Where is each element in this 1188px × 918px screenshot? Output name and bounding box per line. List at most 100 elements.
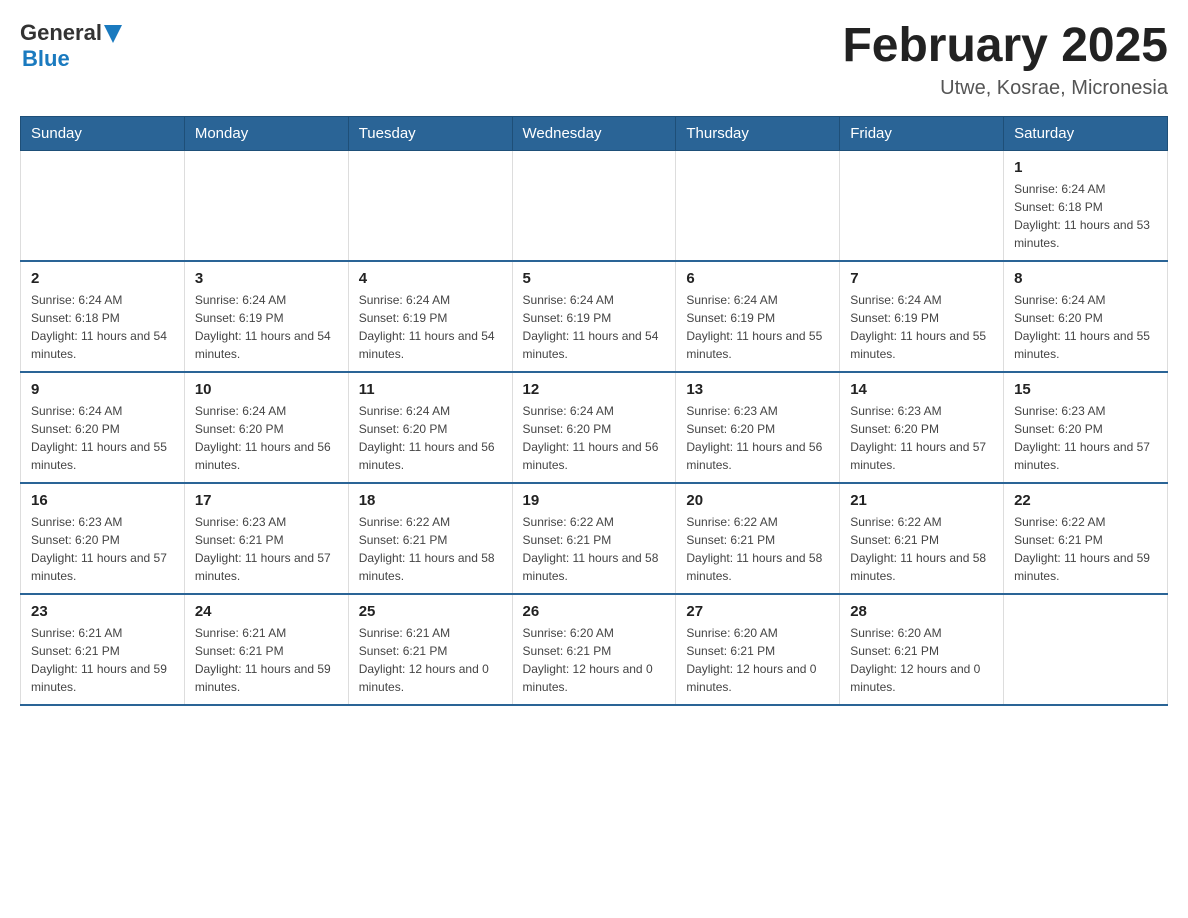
- header-thursday: Thursday: [676, 116, 840, 150]
- day-number: 3: [195, 270, 338, 287]
- page-subtitle: Utwe, Kosrae, Micronesia: [842, 77, 1168, 100]
- calendar-cell-w2-d1: 2 Sunrise: 6:24 AMSunset: 6:18 PMDaylight…: [21, 261, 185, 372]
- day-info: Sunrise: 6:23 AMSunset: 6:20 PMDaylight:…: [686, 402, 829, 474]
- calendar-cell-w1-d5: [676, 150, 840, 261]
- day-number: 25: [359, 603, 502, 620]
- calendar-cell-w2-d2: 3Sunrise: 6:24 AMSunset: 6:19 PMDaylight…: [184, 261, 348, 372]
- calendar-cell-w1-d7: 1 Sunrise: 6:24 AMSunset: 6:18 PMDaylight…: [1004, 150, 1168, 261]
- day-number: 16: [31, 492, 174, 509]
- day-info: Sunrise: 6:22 AMSunset: 6:21 PMDaylight:…: [850, 513, 993, 585]
- calendar-week-3: 9 Sunrise: 6:24 AMSunset: 6:20 PMDaylight…: [21, 372, 1168, 483]
- day-info: Sunrise: 6:23 AMSunset: 6:20 PMDaylight:…: [850, 402, 993, 474]
- day-number: 8: [1014, 270, 1157, 287]
- day-number: 4: [359, 270, 502, 287]
- day-info: Sunrise: 6:22 AMSunset: 6:21 PMDaylight:…: [1014, 513, 1157, 585]
- day-number: 15: [1014, 381, 1157, 398]
- day-number: 13: [686, 381, 829, 398]
- day-info: Sunrise: 6:21 AMSunset: 6:21 PMDaylight:…: [31, 624, 174, 696]
- calendar-cell-w2-d6: 7Sunrise: 6:24 AMSunset: 6:19 PMDaylight…: [840, 261, 1004, 372]
- page-header: General Blue February 2025 Utwe, Kosrae,…: [20, 20, 1168, 100]
- day-info: Sunrise: 6:24 AMSunset: 6:18 PMDaylight:…: [31, 291, 174, 363]
- day-info: Sunrise: 6:22 AMSunset: 6:21 PMDaylight:…: [359, 513, 502, 585]
- header-monday: Monday: [184, 116, 348, 150]
- calendar-cell-w1-d2: [184, 150, 348, 261]
- title-section: February 2025 Utwe, Kosrae, Micronesia: [842, 20, 1168, 100]
- calendar-cell-w4-d6: 21 Sunrise: 6:22 AMSunset: 6:21 PMDayligh…: [840, 483, 1004, 594]
- calendar-cell-w1-d1: [21, 150, 185, 261]
- day-info: Sunrise: 6:24 AMSunset: 6:19 PMDaylight:…: [686, 291, 829, 363]
- calendar-week-5: 23 Sunrise: 6:21 AMSunset: 6:21 PMDayligh…: [21, 594, 1168, 705]
- day-number: 28: [850, 603, 993, 620]
- day-number: 1: [1014, 159, 1157, 176]
- calendar-cell-w4-d4: 19 Sunrise: 6:22 AMSunset: 6:21 PMDayligh…: [512, 483, 676, 594]
- day-number: 23: [31, 603, 174, 620]
- day-number: 12: [523, 381, 666, 398]
- day-number: 20: [686, 492, 829, 509]
- calendar-cell-w1-d3: [348, 150, 512, 261]
- header-saturday: Saturday: [1004, 116, 1168, 150]
- day-number: 24: [195, 603, 338, 620]
- day-info: Sunrise: 6:24 AMSunset: 6:19 PMDaylight:…: [523, 291, 666, 363]
- day-info: Sunrise: 6:24 AMSunset: 6:20 PMDaylight:…: [195, 402, 338, 474]
- calendar-week-2: 2 Sunrise: 6:24 AMSunset: 6:18 PMDaylight…: [21, 261, 1168, 372]
- logo-general-text: General: [20, 20, 102, 46]
- calendar-cell-w5-d1: 23 Sunrise: 6:21 AMSunset: 6:21 PMDayligh…: [21, 594, 185, 705]
- day-number: 11: [359, 381, 502, 398]
- day-info: Sunrise: 6:20 AMSunset: 6:21 PMDaylight:…: [523, 624, 666, 696]
- calendar-cell-w2-d4: 5 Sunrise: 6:24 AMSunset: 6:19 PMDaylight…: [512, 261, 676, 372]
- day-info: Sunrise: 6:23 AMSunset: 6:21 PMDaylight:…: [195, 513, 338, 585]
- day-info: Sunrise: 6:21 AMSunset: 6:21 PMDaylight:…: [195, 624, 338, 696]
- header-wednesday: Wednesday: [512, 116, 676, 150]
- calendar-cell-w4-d7: 22 Sunrise: 6:22 AMSunset: 6:21 PMDayligh…: [1004, 483, 1168, 594]
- calendar-week-4: 16Sunrise: 6:23 AMSunset: 6:20 PMDayligh…: [21, 483, 1168, 594]
- day-number: 5: [523, 270, 666, 287]
- header-sunday: Sunday: [21, 116, 185, 150]
- day-number: 27: [686, 603, 829, 620]
- calendar-cell-w4-d1: 16Sunrise: 6:23 AMSunset: 6:20 PMDayligh…: [21, 483, 185, 594]
- calendar-cell-w3-d6: 14Sunrise: 6:23 AMSunset: 6:20 PMDayligh…: [840, 372, 1004, 483]
- day-info: Sunrise: 6:24 AMSunset: 6:20 PMDaylight:…: [1014, 291, 1157, 363]
- day-info: Sunrise: 6:24 AMSunset: 6:20 PMDaylight:…: [523, 402, 666, 474]
- day-number: 26: [523, 603, 666, 620]
- calendar-week-1: 1 Sunrise: 6:24 AMSunset: 6:18 PMDaylight…: [21, 150, 1168, 261]
- calendar-cell-w1-d6: [840, 150, 1004, 261]
- logo-blue-text: Blue: [22, 46, 70, 72]
- calendar-header-row: Sunday Monday Tuesday Wednesday Thursday…: [21, 116, 1168, 150]
- calendar-cell-w3-d2: 10 Sunrise: 6:24 AMSunset: 6:20 PMDayligh…: [184, 372, 348, 483]
- page-title: February 2025: [842, 20, 1168, 73]
- logo: General Blue: [20, 20, 122, 72]
- calendar-cell-w1-d4: [512, 150, 676, 261]
- day-info: Sunrise: 6:21 AMSunset: 6:21 PMDaylight:…: [359, 624, 502, 696]
- day-info: Sunrise: 6:24 AMSunset: 6:20 PMDaylight:…: [31, 402, 174, 474]
- calendar-cell-w3-d4: 12 Sunrise: 6:24 AMSunset: 6:20 PMDayligh…: [512, 372, 676, 483]
- calendar-cell-w5-d2: 24 Sunrise: 6:21 AMSunset: 6:21 PMDayligh…: [184, 594, 348, 705]
- day-info: Sunrise: 6:22 AMSunset: 6:21 PMDaylight:…: [686, 513, 829, 585]
- day-number: 2: [31, 270, 174, 287]
- calendar-cell-w2-d7: 8 Sunrise: 6:24 AMSunset: 6:20 PMDaylight…: [1004, 261, 1168, 372]
- calendar-cell-w3-d3: 11 Sunrise: 6:24 AMSunset: 6:20 PMDayligh…: [348, 372, 512, 483]
- calendar-cell-w2-d3: 4 Sunrise: 6:24 AMSunset: 6:19 PMDaylight…: [348, 261, 512, 372]
- header-tuesday: Tuesday: [348, 116, 512, 150]
- calendar-cell-w5-d7: [1004, 594, 1168, 705]
- day-number: 9: [31, 381, 174, 398]
- day-info: Sunrise: 6:20 AMSunset: 6:21 PMDaylight:…: [686, 624, 829, 696]
- day-number: 7: [850, 270, 993, 287]
- day-info: Sunrise: 6:24 AMSunset: 6:19 PMDaylight:…: [359, 291, 502, 363]
- header-friday: Friday: [840, 116, 1004, 150]
- day-number: 21: [850, 492, 993, 509]
- day-info: Sunrise: 6:22 AMSunset: 6:21 PMDaylight:…: [523, 513, 666, 585]
- day-number: 10: [195, 381, 338, 398]
- calendar-cell-w2-d5: 6 Sunrise: 6:24 AMSunset: 6:19 PMDaylight…: [676, 261, 840, 372]
- calendar-cell-w3-d7: 15Sunrise: 6:23 AMSunset: 6:20 PMDayligh…: [1004, 372, 1168, 483]
- day-number: 22: [1014, 492, 1157, 509]
- day-number: 6: [686, 270, 829, 287]
- day-info: Sunrise: 6:24 AMSunset: 6:20 PMDaylight:…: [359, 402, 502, 474]
- calendar-cell-w5-d5: 27 Sunrise: 6:20 AMSunset: 6:21 PMDayligh…: [676, 594, 840, 705]
- day-number: 18: [359, 492, 502, 509]
- calendar-cell-w4-d5: 20 Sunrise: 6:22 AMSunset: 6:21 PMDayligh…: [676, 483, 840, 594]
- calendar-cell-w3-d5: 13 Sunrise: 6:23 AMSunset: 6:20 PMDayligh…: [676, 372, 840, 483]
- calendar-cell-w4-d3: 18 Sunrise: 6:22 AMSunset: 6:21 PMDayligh…: [348, 483, 512, 594]
- day-number: 19: [523, 492, 666, 509]
- calendar-cell-w3-d1: 9 Sunrise: 6:24 AMSunset: 6:20 PMDaylight…: [21, 372, 185, 483]
- day-info: Sunrise: 6:24 AMSunset: 6:18 PMDaylight:…: [1014, 180, 1157, 252]
